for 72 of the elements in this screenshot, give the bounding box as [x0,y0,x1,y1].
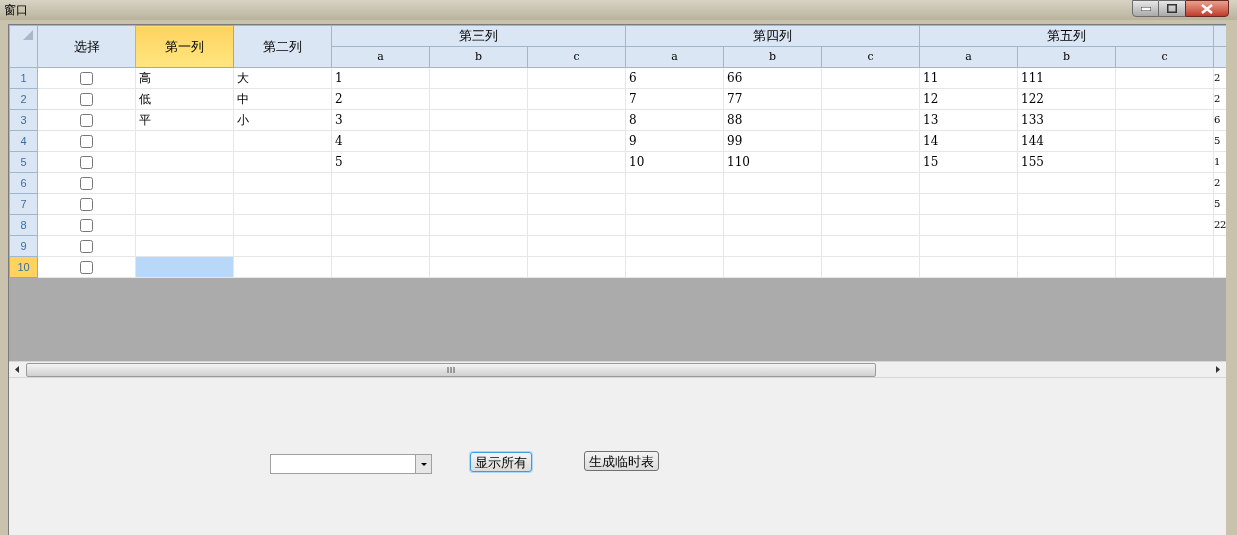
maximize-button[interactable] [1159,0,1185,17]
row-header[interactable]: 7 [9,193,38,215]
table-cell: 2 [331,88,430,110]
column-header[interactable]: 第一列 [135,25,234,68]
row-header[interactable]: 1 [9,67,38,89]
window-title: 窗口 [4,4,28,16]
row-header[interactable]: 6 [9,172,38,194]
table-cell: 高 [135,67,234,89]
table-cell: 144 [1017,130,1116,152]
row-header[interactable]: 10 [9,256,38,278]
table-cell: 110 [723,151,822,173]
dropdown[interactable] [270,454,432,474]
checkbox[interactable] [80,93,93,107]
checkbox[interactable] [80,198,93,212]
column-group-header: 第三列 [331,25,626,47]
row-header[interactable]: 3 [9,109,38,131]
checkbox[interactable] [80,114,93,128]
table-cell: 77 [723,88,822,110]
checkbox[interactable] [80,240,93,254]
checkbox[interactable] [80,72,93,86]
table-cell: 平 [135,109,234,131]
corner-triangle-icon [22,29,34,41]
table-cell: 133 [1017,109,1116,131]
table-cell: 99 [723,130,822,152]
row-header[interactable]: 8 [9,214,38,236]
caret-icon [415,455,431,473]
table-cell: 6 [625,67,724,89]
horizontal-scrollbar[interactable] [9,361,1226,378]
action-button[interactable]: 生成临时表 [584,451,659,471]
table-cell: 8 [625,109,724,131]
checkbox[interactable] [80,261,93,275]
row-header[interactable]: 2 [9,88,38,110]
minimize-button[interactable] [1132,0,1159,17]
checkbox[interactable] [80,156,93,170]
table-cell: 88 [723,109,822,131]
column-header[interactable]: 第二列 [233,25,332,68]
table-cell: 10 [625,151,724,173]
close-button[interactable] [1185,0,1229,17]
table-cell: 小 [233,109,332,131]
table-cell: 中 [233,88,332,110]
table-cell: 5 [331,151,430,173]
column-group-header: 第五列 [919,25,1214,47]
table-cell: 11 [919,67,1018,89]
table-cell: 122 [1017,88,1116,110]
checkbox[interactable] [80,177,93,191]
grip-icon [447,366,455,373]
table-cell: 66 [723,67,822,89]
table-cell: 7 [625,88,724,110]
scrollbar-thumb[interactable] [26,362,876,377]
table-cell: 大 [233,67,332,89]
table-cell: 111 [1017,67,1116,89]
table-cell: 155 [1017,151,1116,173]
table-cell: 15 [919,151,1018,173]
close-icon [1201,3,1213,14]
table-cell: 13 [919,109,1018,131]
table-cell: 3 [331,109,430,131]
row-header[interactable]: 5 [9,151,38,173]
minimize-icon [1140,6,1151,11]
action-button[interactable]: 显示所有 [470,452,532,472]
column-group-header: 第四列 [625,25,920,47]
table-cell: 12 [919,88,1018,110]
maximize-icon [1167,4,1177,13]
row-header[interactable]: 4 [9,130,38,152]
table-cell: 1 [331,67,430,89]
checkbox[interactable] [80,219,93,233]
row-header[interactable]: 9 [9,235,38,257]
column-header[interactable]: 选择 [37,25,136,68]
table-cell: 4 [331,130,430,152]
table-cell: 9 [625,130,724,152]
checkbox[interactable] [80,135,93,149]
table-cell: 14 [919,130,1018,152]
table-cell: 低 [135,88,234,110]
